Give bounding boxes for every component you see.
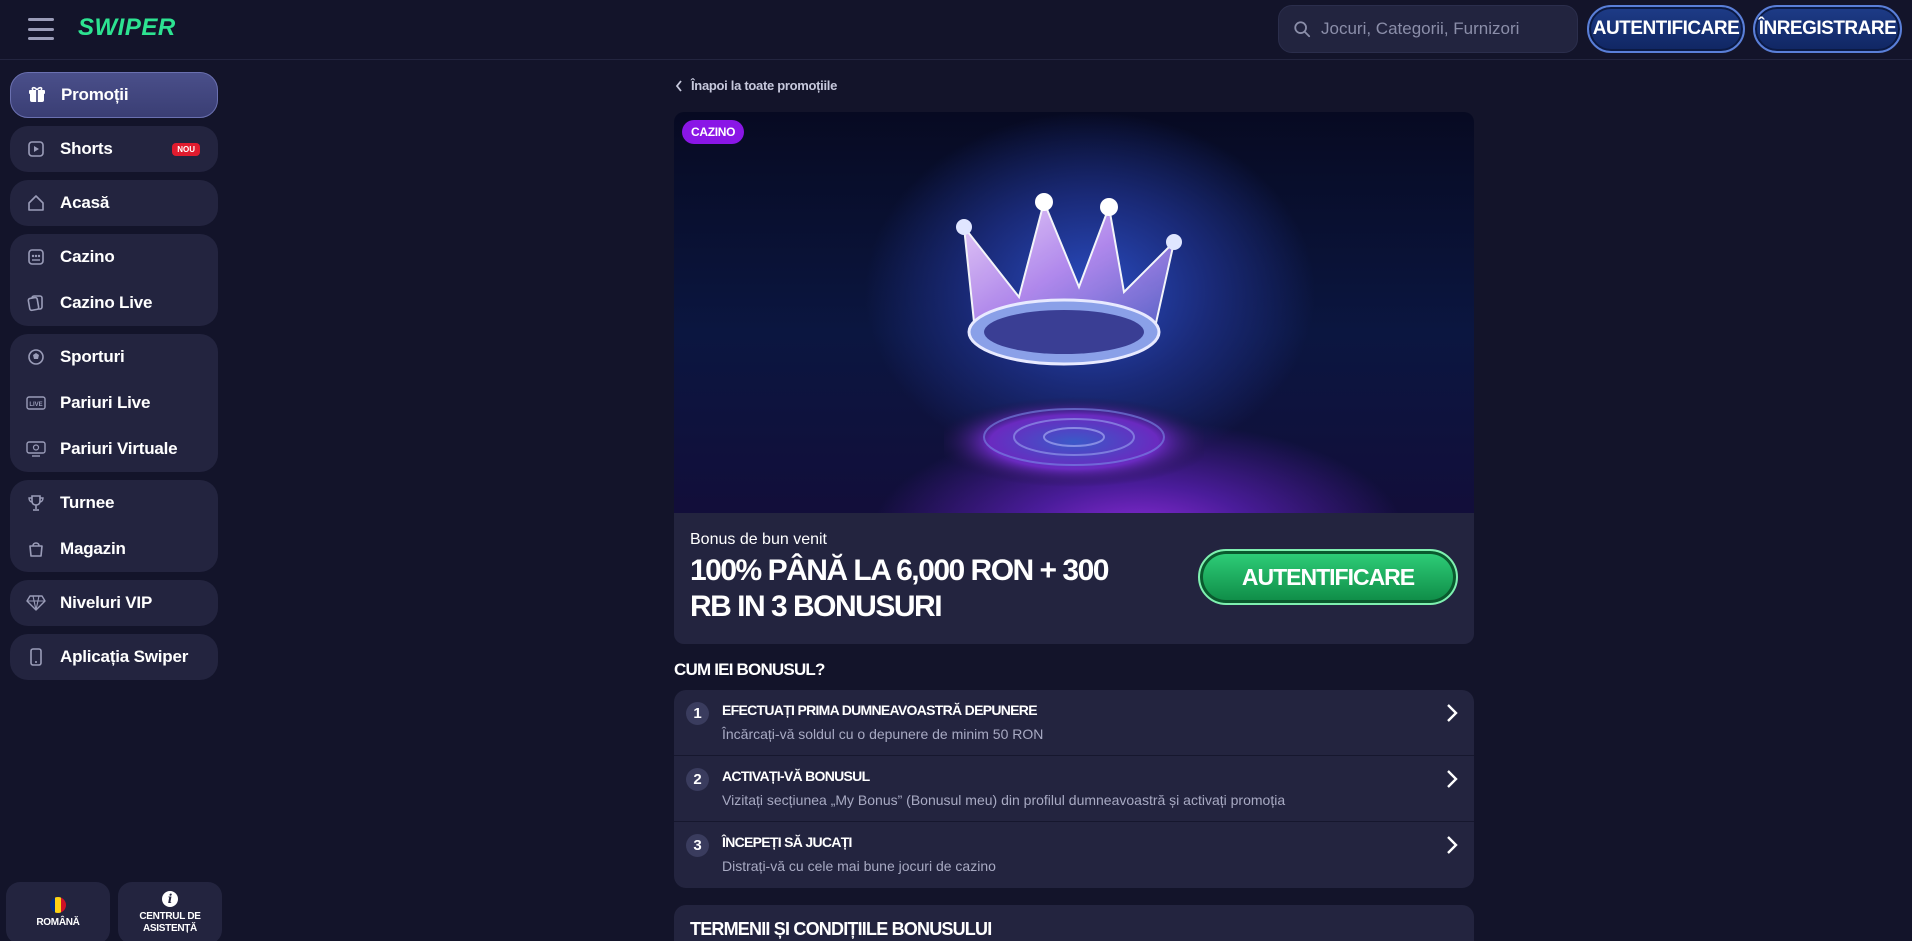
diamond-icon bbox=[26, 593, 46, 613]
sidebar-item-label: Turnee bbox=[60, 493, 115, 512]
search-icon bbox=[1294, 21, 1311, 38]
step-item[interactable]: 1 EFECTUAȚI PRIMA DUMNEAVOASTRĂ DEPUNERE… bbox=[674, 690, 1474, 756]
nav-group-shorts: Shorts NOU bbox=[10, 126, 218, 172]
nav-group-vip: Niveluri VIP bbox=[10, 580, 218, 626]
step-number: 2 bbox=[686, 768, 709, 791]
step-item[interactable]: 3 ÎNCEPEȚI SĂ JUCAȚI Distrați-vă cu cele… bbox=[674, 822, 1474, 888]
promo-summary-card: Bonus de bun venit 100% PÂNĂ LA 6,000 RO… bbox=[674, 513, 1474, 644]
trophy-icon bbox=[26, 493, 46, 513]
step-description: Distrați-vă cu cele mai bune jocuri de c… bbox=[722, 858, 996, 874]
promo-login-button[interactable]: AUTENTIFICARE bbox=[1198, 549, 1458, 605]
sidebar-item-label: Pariuri Live bbox=[60, 393, 151, 412]
back-link-label: Înapoi la toate promoțiile bbox=[691, 78, 838, 93]
step-title: EFECTUAȚI PRIMA DUMNEAVOASTRĂ DEPUNERE bbox=[722, 702, 1038, 718]
play-video-icon bbox=[26, 139, 46, 159]
svg-text:LIVE: LIVE bbox=[29, 402, 42, 408]
sidebar-item-label: Magazin bbox=[60, 539, 126, 558]
nav-group-home: Acasă bbox=[10, 180, 218, 226]
step-number: 3 bbox=[686, 834, 709, 857]
slot-machine-icon bbox=[26, 247, 46, 267]
nav-group-tournaments: Turnee Magazin bbox=[10, 480, 218, 572]
login-button[interactable]: AUTENTIFICARE bbox=[1587, 5, 1745, 53]
promo-title: 100% PÂNĂ LA 6,000 RON + 300 RB IN 3 BON… bbox=[690, 554, 1109, 623]
soccer-ball-icon bbox=[26, 347, 46, 367]
chevron-right-icon bbox=[1447, 836, 1458, 854]
sidebar-item-sports[interactable]: Sporturi bbox=[10, 334, 218, 380]
monitor-icon bbox=[26, 439, 46, 459]
help-center-button[interactable]: i CENTRUL DE ASISTENȚĂ bbox=[118, 882, 222, 941]
crown-illustration bbox=[944, 193, 1204, 487]
bonus-steps-list: 1 EFECTUAȚI PRIMA DUMNEAVOASTRĂ DEPUNERE… bbox=[674, 690, 1474, 888]
sidebar-item-label: Cazino Live bbox=[60, 293, 153, 312]
swiper-logo[interactable]: SWIPER bbox=[78, 14, 176, 44]
sidebar-nav: Promoții Shorts NOU Acasă Cazino Cazino … bbox=[10, 72, 218, 688]
step-number: 1 bbox=[686, 702, 709, 725]
sidebar-item-label: Pariuri Virtuale bbox=[60, 439, 178, 458]
top-header: SWIPER AUTENTIFICARE ÎNREGISTRARE bbox=[0, 0, 1912, 60]
step-title: ACTIVAȚI-VĂ BONUSUL bbox=[722, 768, 870, 784]
hamburger-menu-icon[interactable] bbox=[28, 18, 54, 40]
home-icon bbox=[26, 193, 46, 213]
sidebar-item-virtual-bets[interactable]: Pariuri Virtuale bbox=[10, 426, 218, 472]
chevron-right-icon bbox=[1447, 704, 1458, 722]
gift-icon bbox=[27, 85, 47, 105]
language-label: ROMÂNĂ bbox=[36, 917, 80, 928]
phone-icon bbox=[26, 647, 46, 667]
info-icon: i bbox=[162, 891, 178, 907]
language-selector[interactable]: ROMÂNĂ bbox=[6, 882, 110, 941]
step-title: ÎNCEPEȚI SĂ JUCAȚI bbox=[722, 834, 852, 850]
sidebar-item-app[interactable]: Aplicația Swiper bbox=[10, 634, 218, 680]
sidebar-item-label: Shorts bbox=[60, 139, 113, 158]
sidebar-item-label: Niveluri VIP bbox=[60, 593, 153, 612]
new-badge: NOU bbox=[172, 143, 200, 156]
sidebar-item-shop[interactable]: Magazin bbox=[10, 526, 218, 572]
live-icon: LIVE bbox=[26, 393, 46, 413]
sidebar-item-home[interactable]: Acasă bbox=[10, 180, 218, 226]
step-item[interactable]: 2 ACTIVAȚI-VĂ BONUSUL Vizitați secțiunea… bbox=[674, 756, 1474, 822]
sidebar-footer: ROMÂNĂ i CENTRUL DE ASISTENȚĂ bbox=[6, 882, 222, 941]
how-to-get-bonus-title: CUM IEI BONUSUL? bbox=[674, 660, 825, 679]
shopping-bag-icon bbox=[26, 539, 46, 559]
promo-subtitle: Bonus de bun venit bbox=[690, 531, 827, 548]
sidebar-item-label: Promoții bbox=[61, 85, 129, 104]
sidebar-item-promotions[interactable]: Promoții bbox=[10, 72, 218, 118]
chevron-left-icon bbox=[675, 79, 682, 92]
sidebar-item-label: Sporturi bbox=[60, 347, 125, 366]
nav-group-promotions: Promoții bbox=[10, 72, 218, 118]
nav-group-casino: Cazino Cazino Live bbox=[10, 234, 218, 326]
terms-title: TERMENII ȘI CONDIȚIILE BONUSULUI bbox=[690, 919, 992, 939]
sidebar-item-casino[interactable]: Cazino bbox=[10, 234, 218, 280]
promo-hero-image: CAZINO bbox=[674, 112, 1474, 513]
sidebar-item-label: Acasă bbox=[60, 193, 110, 212]
help-center-label: CENTRUL DE ASISTENȚĂ bbox=[139, 911, 201, 934]
register-button[interactable]: ÎNREGISTRARE bbox=[1753, 5, 1902, 53]
sidebar-item-shorts[interactable]: Shorts NOU bbox=[10, 126, 218, 172]
sidebar-item-label: Cazino bbox=[60, 247, 115, 266]
step-description: Încărcați-vă soldul cu o depunere de min… bbox=[722, 726, 1044, 742]
sidebar-item-label: Aplicația Swiper bbox=[60, 647, 189, 666]
sidebar-item-live-casino[interactable]: Cazino Live bbox=[10, 280, 218, 326]
playing-cards-icon bbox=[26, 293, 46, 313]
nav-group-sports: Sporturi LIVE Pariuri Live Pariuri Virtu… bbox=[10, 334, 218, 472]
search-input[interactable] bbox=[1321, 19, 1561, 39]
back-to-promotions-link[interactable]: Înapoi la toate promoțiile bbox=[675, 78, 837, 93]
sidebar-item-live-bets[interactable]: LIVE Pariuri Live bbox=[10, 380, 218, 426]
romania-flag-icon bbox=[50, 897, 66, 913]
step-description: Vizitați secțiunea „My Bonus” (Bonusul m… bbox=[722, 792, 1286, 808]
terms-conditions-card[interactable]: TERMENII ȘI CONDIȚIILE BONUSULUI bbox=[674, 905, 1474, 941]
sidebar-item-vip-levels[interactable]: Niveluri VIP bbox=[10, 580, 218, 626]
category-badge: CAZINO bbox=[682, 120, 745, 144]
chevron-right-icon bbox=[1447, 770, 1458, 788]
sidebar-item-tournaments[interactable]: Turnee bbox=[10, 480, 218, 526]
search-box[interactable] bbox=[1278, 5, 1578, 53]
nav-group-app: Aplicația Swiper bbox=[10, 634, 218, 680]
